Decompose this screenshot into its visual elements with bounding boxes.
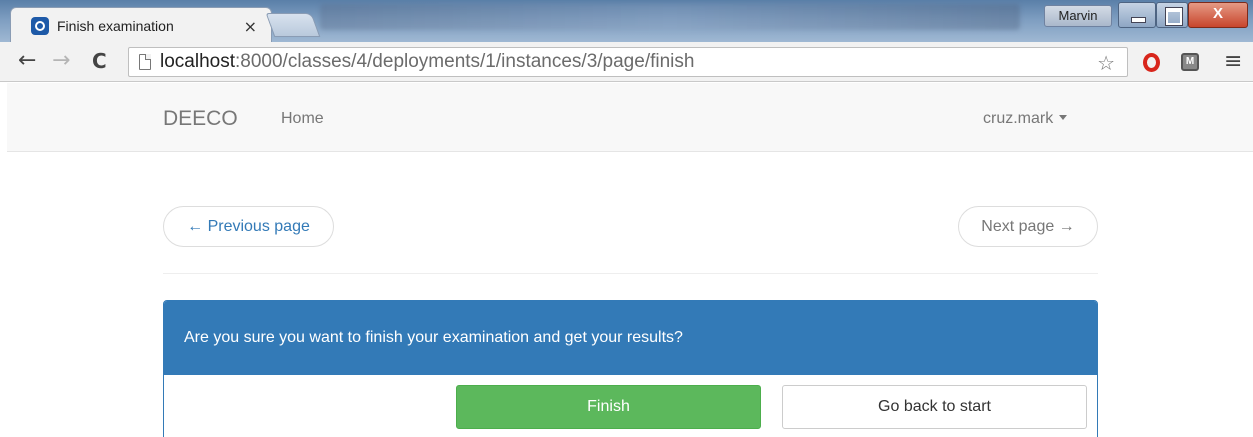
- next-page-button[interactable]: Next page →: [958, 206, 1098, 247]
- app-navbar: DEECO Home cruz.mark: [7, 83, 1253, 152]
- minimize-window-button[interactable]: [1118, 2, 1156, 28]
- nav-home-link[interactable]: Home: [281, 110, 324, 128]
- previous-page-button[interactable]: ← Previous page: [163, 206, 334, 247]
- profile-button[interactable]: Marvin: [1044, 5, 1112, 27]
- tab-close-icon[interactable]: ×: [244, 17, 257, 36]
- maximize-window-button[interactable]: [1156, 2, 1188, 28]
- caret-down-icon: [1059, 115, 1068, 120]
- url-host: localhost: [160, 51, 235, 72]
- address-bar[interactable]: localhost :8000/classes/4/deployments/1/…: [128, 47, 1128, 77]
- panel-heading: Are you sure you want to finish your exa…: [164, 301, 1097, 375]
- window-titlebar: Finish examination × Marvin X: [0, 0, 1253, 43]
- user-name: cruz.mark: [983, 110, 1054, 127]
- user-dropdown[interactable]: cruz.mark: [983, 110, 1068, 128]
- close-window-button[interactable]: X: [1188, 2, 1248, 28]
- browser-tab-active[interactable]: Finish examination ×: [10, 7, 272, 43]
- divider: [163, 273, 1098, 274]
- finish-button[interactable]: Finish: [456, 385, 761, 429]
- browser-menu-icon[interactable]: ≡: [1224, 49, 1242, 74]
- page-icon: [139, 54, 151, 70]
- opera-extension-icon[interactable]: [1143, 53, 1160, 72]
- brand-link[interactable]: DEECO: [163, 107, 238, 131]
- bookmark-star-icon[interactable]: ☆: [1097, 51, 1115, 75]
- finish-confirmation-panel: Are you sure you want to finish your exa…: [163, 300, 1098, 437]
- titlebar-blur: [320, 4, 1020, 30]
- back-arrow-icon[interactable]: ←: [18, 48, 36, 74]
- forward-arrow-icon[interactable]: →: [52, 48, 70, 74]
- new-tab-button[interactable]: [265, 13, 321, 37]
- reload-icon[interactable]: C: [92, 48, 107, 74]
- tab-title: Finish examination: [57, 17, 174, 34]
- url-path: :8000/classes/4/deployments/1/instances/…: [235, 51, 695, 72]
- extension-shield-icon[interactable]: M: [1181, 53, 1199, 71]
- go-back-to-start-button[interactable]: Go back to start: [782, 385, 1087, 429]
- browser-toolbar: ← → C localhost :8000/classes/4/deployme…: [0, 42, 1253, 82]
- app-logo-icon: [31, 16, 49, 35]
- panel-body: Finish Go back to start: [164, 375, 1097, 437]
